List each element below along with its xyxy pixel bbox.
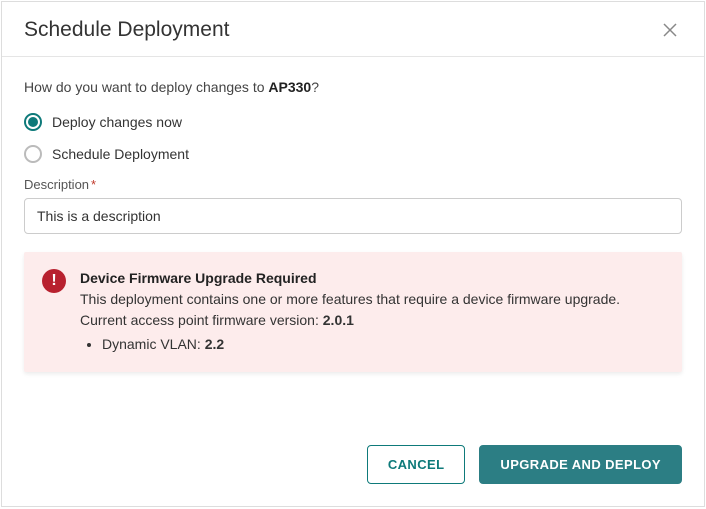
alert-feature-list: Dynamic VLAN: 2.2 <box>80 334 664 354</box>
alert-feature-version: 2.2 <box>205 336 224 352</box>
dialog-title: Schedule Deployment <box>24 18 229 42</box>
radio-schedule-deployment[interactable]: Schedule Deployment <box>24 145 682 163</box>
schedule-deployment-dialog: Schedule Deployment How do you want to d… <box>1 1 705 507</box>
alert-icon: ! <box>42 269 66 293</box>
deploy-prompt: How do you want to deploy changes to AP3… <box>24 79 682 95</box>
alert-current-version: 2.0.1 <box>323 312 354 328</box>
description-input[interactable] <box>24 198 682 234</box>
alert-content: Device Firmware Upgrade Required This de… <box>80 268 664 354</box>
prompt-suffix: ? <box>311 79 319 95</box>
dialog-header: Schedule Deployment <box>2 2 704 57</box>
required-marker: * <box>91 177 96 192</box>
dialog-footer: Cancel Upgrade and Deploy <box>2 431 704 506</box>
close-icon <box>662 22 678 38</box>
deploy-option-group: Deploy changes now Schedule Deployment <box>24 113 682 163</box>
radio-label: Schedule Deployment <box>52 146 189 162</box>
firmware-upgrade-alert: ! Device Firmware Upgrade Required This … <box>24 252 682 372</box>
alert-feature-name: Dynamic VLAN <box>102 336 197 352</box>
description-label-text: Description <box>24 177 89 192</box>
cancel-button[interactable]: Cancel <box>367 445 466 484</box>
close-button[interactable] <box>658 18 682 42</box>
prompt-target: AP330 <box>268 79 311 95</box>
upgrade-and-deploy-button[interactable]: Upgrade and Deploy <box>479 445 682 484</box>
alert-body: This deployment contains one or more fea… <box>80 289 664 330</box>
alert-feature-item: Dynamic VLAN: 2.2 <box>102 334 664 354</box>
dialog-body: How do you want to deploy changes to AP3… <box>2 57 704 431</box>
radio-indicator <box>24 145 42 163</box>
radio-deploy-now[interactable]: Deploy changes now <box>24 113 682 131</box>
alert-title: Device Firmware Upgrade Required <box>80 268 664 288</box>
radio-indicator <box>24 113 42 131</box>
prompt-prefix: How do you want to deploy changes to <box>24 79 268 95</box>
radio-label: Deploy changes now <box>52 114 182 130</box>
description-label: Description* <box>24 177 682 192</box>
